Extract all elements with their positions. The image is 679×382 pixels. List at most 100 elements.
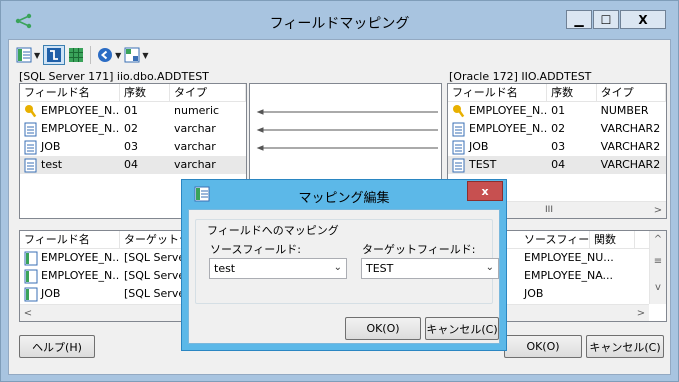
maximize-icon: ☐: [600, 12, 612, 27]
field-type: varchar: [174, 158, 216, 171]
field-type: VARCHAR2: [600, 122, 661, 135]
grid-icon: [69, 48, 84, 62]
table-row-selected[interactable]: test 04 varchar: [20, 156, 246, 174]
key-icon: [25, 104, 37, 117]
dialog-title: マッピング編集: [298, 191, 390, 206]
column-header[interactable]: タイプ: [170, 84, 246, 101]
field-icon: [452, 122, 465, 136]
table-row[interactable]: JOB 03 varchar: [20, 138, 246, 156]
field-type: NUMBER: [600, 104, 649, 117]
column-header[interactable]: ソースフィールド: [520, 231, 590, 248]
field-type: numeric: [174, 104, 220, 117]
chevron-down-icon: ⌄: [333, 262, 342, 273]
field-name: EMPLOYEE_N...: [41, 122, 120, 135]
target-field-value: TEST: [366, 262, 394, 275]
target-field-select[interactable]: TEST ⌄: [361, 258, 499, 279]
auto-map-button[interactable]: [43, 45, 66, 65]
ordinal: 03: [124, 140, 138, 153]
field-type: varchar: [174, 140, 216, 153]
key-icon: [453, 104, 465, 117]
ordinal: 04: [551, 158, 566, 171]
layout-dropdown-button[interactable]: ▼: [124, 45, 148, 65]
edit-mapping-dialog: マッピング編集 x フィールドへのマッピング ソースフィールド: ターゲットフィ…: [181, 179, 507, 351]
field-name: EMPLOYEE_N...: [469, 104, 548, 117]
field-name: EMPLOYEE_N...: [41, 251, 120, 264]
table-row[interactable]: EMPLOYEE_N... 01 numeric: [20, 102, 246, 120]
chevron-down-icon: ▼: [115, 50, 122, 60]
source-field-select[interactable]: test ⌄: [209, 258, 347, 279]
grid-header: フィールド名 序数 タイプ: [448, 84, 666, 102]
minimize-icon: ▁: [574, 12, 584, 27]
scroll-up-icon[interactable]: ^: [650, 231, 666, 247]
dialog-body: フィールドへのマッピング ソースフィールド: ターゲットフィールド: test …: [188, 209, 500, 344]
ordinal: 01: [124, 104, 138, 117]
field-type: VARCHAR2: [600, 158, 661, 171]
field-type: varchar: [174, 122, 216, 135]
title-bar[interactable]: フィールドマッピング ▁ ☐ X: [1, 1, 678, 39]
field-name: EMPLOYEE_N...: [469, 122, 548, 135]
field-icon: [452, 158, 465, 172]
dialog-cancel-button[interactable]: キャンセル(C): [425, 317, 499, 340]
column-header[interactable]: フィールド名: [20, 231, 120, 248]
grid-button[interactable]: [68, 45, 84, 65]
ordinal: 03: [551, 140, 566, 153]
mapping-row-icon: [24, 287, 38, 301]
column-header[interactable]: フィールド名: [20, 84, 120, 101]
dialog-ok-button[interactable]: OK(O): [345, 317, 421, 340]
close-button[interactable]: X: [620, 10, 666, 29]
field-type: VARCHAR2: [600, 140, 661, 153]
source-table-label: [SQL Server 171] iio.dbo.ADDTEST: [19, 70, 209, 83]
scroll-right-icon[interactable]: >: [633, 305, 649, 321]
dialog-close-button[interactable]: x: [467, 181, 503, 201]
field-icon: [24, 122, 37, 136]
table-row[interactable]: JOB 03 VARCHAR2: [448, 138, 666, 156]
fields-dropdown-button[interactable]: ▼: [16, 45, 40, 65]
field-name: JOB: [41, 287, 61, 300]
table-row-selected[interactable]: TEST 04 VARCHAR2: [448, 156, 666, 174]
back-dropdown-button[interactable]: ▼: [97, 45, 121, 65]
minimize-button[interactable]: ▁: [566, 10, 592, 29]
field-name: EMPLOYEE_N...: [41, 104, 120, 117]
ordinal: 02: [124, 122, 138, 135]
column-header[interactable]: 関数: [590, 231, 635, 248]
chevron-down-icon: ⌄: [485, 262, 494, 273]
auto-map-icon: [47, 48, 62, 62]
scroll-right-icon[interactable]: >: [650, 202, 666, 218]
vertical-scrollbar[interactable]: ^ ≡ v: [649, 231, 666, 304]
mapping-row-icon: [24, 251, 38, 265]
scroll-down-icon[interactable]: v: [650, 279, 666, 295]
field-icon: [452, 140, 465, 154]
maximize-button[interactable]: ☐: [593, 10, 619, 29]
ordinal: 02: [551, 122, 566, 135]
column-header[interactable]: 序数: [120, 84, 170, 101]
target-table-label: [Oracle 172] IIO.ADDTEST: [449, 70, 592, 83]
ok-button[interactable]: OK(O): [504, 335, 582, 358]
close-icon: x: [481, 184, 489, 198]
table-row[interactable]: EMPLOYEE_N... 02 VARCHAR2: [448, 120, 666, 138]
source-field: EMPLOYEE_NU...: [524, 251, 614, 264]
grid-header: フィールド名 序数 タイプ: [20, 84, 246, 102]
column-header[interactable]: タイプ: [597, 84, 666, 101]
source-field-label: ソースフィールド:: [210, 243, 301, 256]
main-window: フィールドマッピング ▁ ☐ X ▼ ▼ ▼ [SQL Server 171] …: [0, 0, 679, 382]
target-field-label: ターゲットフィールド:: [362, 243, 476, 256]
dialog-title-bar[interactable]: マッピング編集 x: [182, 180, 506, 208]
scroll-left-icon[interactable]: <: [20, 305, 36, 321]
help-button[interactable]: ヘルプ(H): [19, 335, 95, 358]
table-row[interactable]: EMPLOYEE_N... 01 NUMBER: [448, 102, 666, 120]
cancel-button[interactable]: キャンセル(C): [586, 335, 664, 358]
scroll-thumb-grip-icon[interactable]: ≡: [650, 253, 666, 269]
field-name: EMPLOYEE_N...: [41, 269, 120, 282]
ordinal: 04: [124, 158, 138, 171]
column-header[interactable]: フィールド名: [448, 84, 548, 101]
group-label: フィールドへのマッピング: [205, 222, 341, 238]
source-field: EMPLOYEE_NA...: [524, 269, 614, 282]
table-row[interactable]: EMPLOYEE_N... 02 varchar: [20, 120, 246, 138]
field-name: TEST: [469, 158, 497, 171]
mapping-row-icon: [24, 269, 38, 283]
chevron-down-icon: ▼: [34, 50, 41, 60]
field-icon: [24, 140, 37, 154]
field-name: JOB: [41, 140, 61, 153]
column-header[interactable]: 序数: [547, 84, 597, 101]
close-icon: X: [638, 12, 648, 27]
